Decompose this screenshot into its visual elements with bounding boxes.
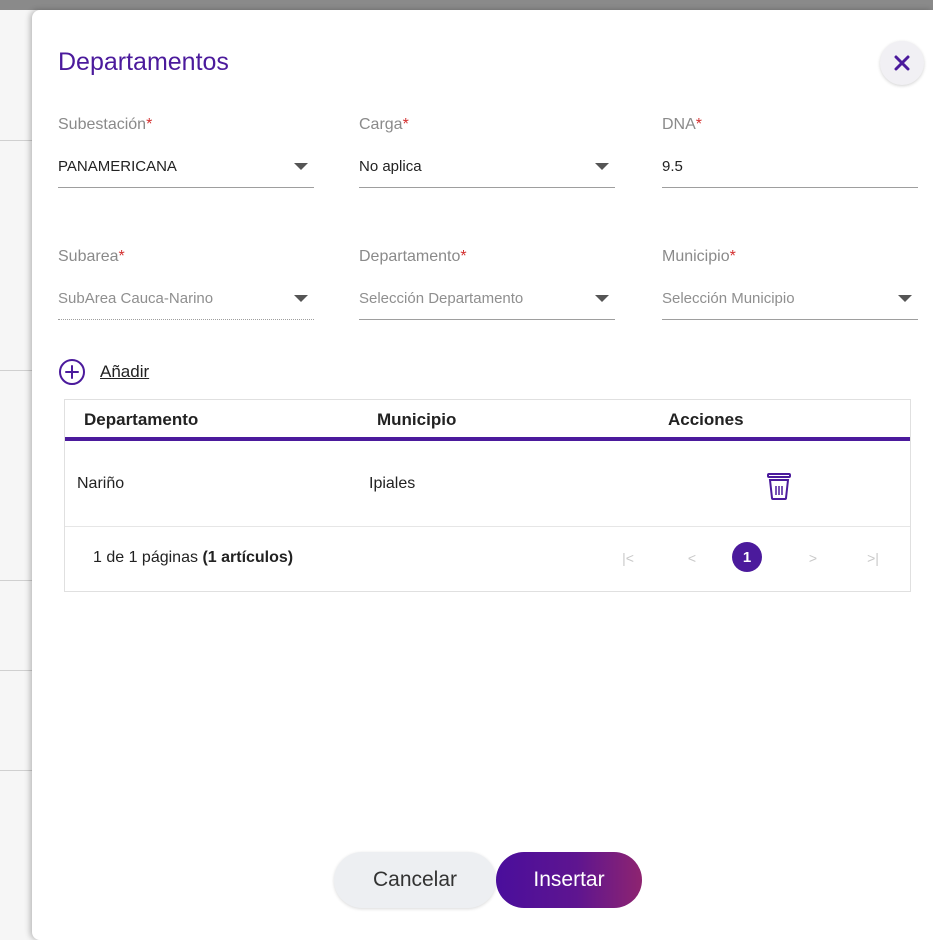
carga-value: No aplica	[359, 158, 422, 175]
departamentos-table: Departamento Municipio Acciones Nariño I…	[64, 399, 911, 592]
caret-down-icon	[294, 295, 308, 302]
carga-label: Carga*	[359, 116, 409, 133]
subestacion-field: Subestación* PANAMERICANA	[58, 116, 314, 188]
caret-down-icon	[595, 163, 609, 170]
plus-circle-icon[interactable]	[58, 358, 86, 386]
carga-select[interactable]: No aplica	[359, 154, 615, 188]
departamento-field: Departamento* Selección Departamento	[359, 248, 615, 320]
departamentos-modal: Departamentos Subestación* PANAMERICANA …	[32, 10, 933, 940]
caret-down-icon	[595, 295, 609, 302]
pager-info: 1 de 1 páginas (1 artículos)	[93, 549, 294, 566]
subarea-value: SubArea Cauca-Narino	[58, 290, 214, 307]
cancel-button[interactable]: Cancelar	[334, 852, 496, 908]
dna-field: DNA*	[662, 116, 918, 188]
subarea-field: Subarea* SubArea Cauca-Narino	[58, 248, 314, 320]
caret-down-icon	[294, 163, 308, 170]
subarea-label: Subarea*	[58, 248, 125, 265]
cell-municipio: Ipiales	[369, 474, 416, 492]
departamento-select[interactable]: Selección Departamento	[359, 286, 615, 320]
add-link[interactable]: Añadir	[100, 362, 149, 382]
municipio-placeholder: Selección Municipio	[662, 290, 795, 307]
municipio-label: Municipio*	[662, 248, 736, 265]
close-button[interactable]	[880, 41, 924, 85]
modal-title: Departamentos	[58, 48, 229, 76]
column-header-departamento: Departamento	[84, 410, 199, 429]
subestacion-value: PANAMERICANA	[58, 158, 177, 175]
close-icon	[894, 55, 910, 71]
table-pager: 1 de 1 páginas (1 artículos) |< < 1 > >|	[65, 527, 910, 589]
subarea-select: SubArea Cauca-Narino	[58, 286, 314, 320]
cell-departamento: Nariño	[77, 474, 125, 492]
first-page-button[interactable]: |<	[613, 543, 643, 573]
dna-label: DNA*	[662, 116, 703, 133]
municipio-field: Municipio* Selección Municipio	[662, 248, 918, 320]
subestacion-label: Subestación*	[58, 116, 153, 133]
prev-page-button[interactable]: <	[677, 543, 707, 573]
table-row: Nariño Ipiales	[65, 441, 910, 527]
last-page-button[interactable]: >|	[858, 543, 888, 573]
column-header-municipio: Municipio	[377, 410, 457, 429]
insert-button[interactable]: Insertar	[496, 852, 642, 908]
caret-down-icon	[898, 295, 912, 302]
column-header-acciones: Acciones	[668, 410, 744, 429]
next-page-button[interactable]: >	[798, 543, 828, 573]
municipio-select[interactable]: Selección Municipio	[662, 286, 918, 320]
dna-input[interactable]	[662, 158, 918, 175]
current-page-button[interactable]: 1	[732, 542, 762, 572]
add-row: Añadir	[58, 358, 149, 386]
trash-icon[interactable]	[766, 471, 792, 501]
subestacion-select[interactable]: PANAMERICANA	[58, 154, 314, 188]
carga-field: Carga* No aplica	[359, 116, 615, 188]
departamento-placeholder: Selección Departamento	[359, 290, 524, 307]
table-header: Departamento Municipio Acciones	[65, 400, 910, 441]
dna-input-wrapper	[662, 154, 918, 188]
departamento-label: Departamento*	[359, 248, 467, 265]
